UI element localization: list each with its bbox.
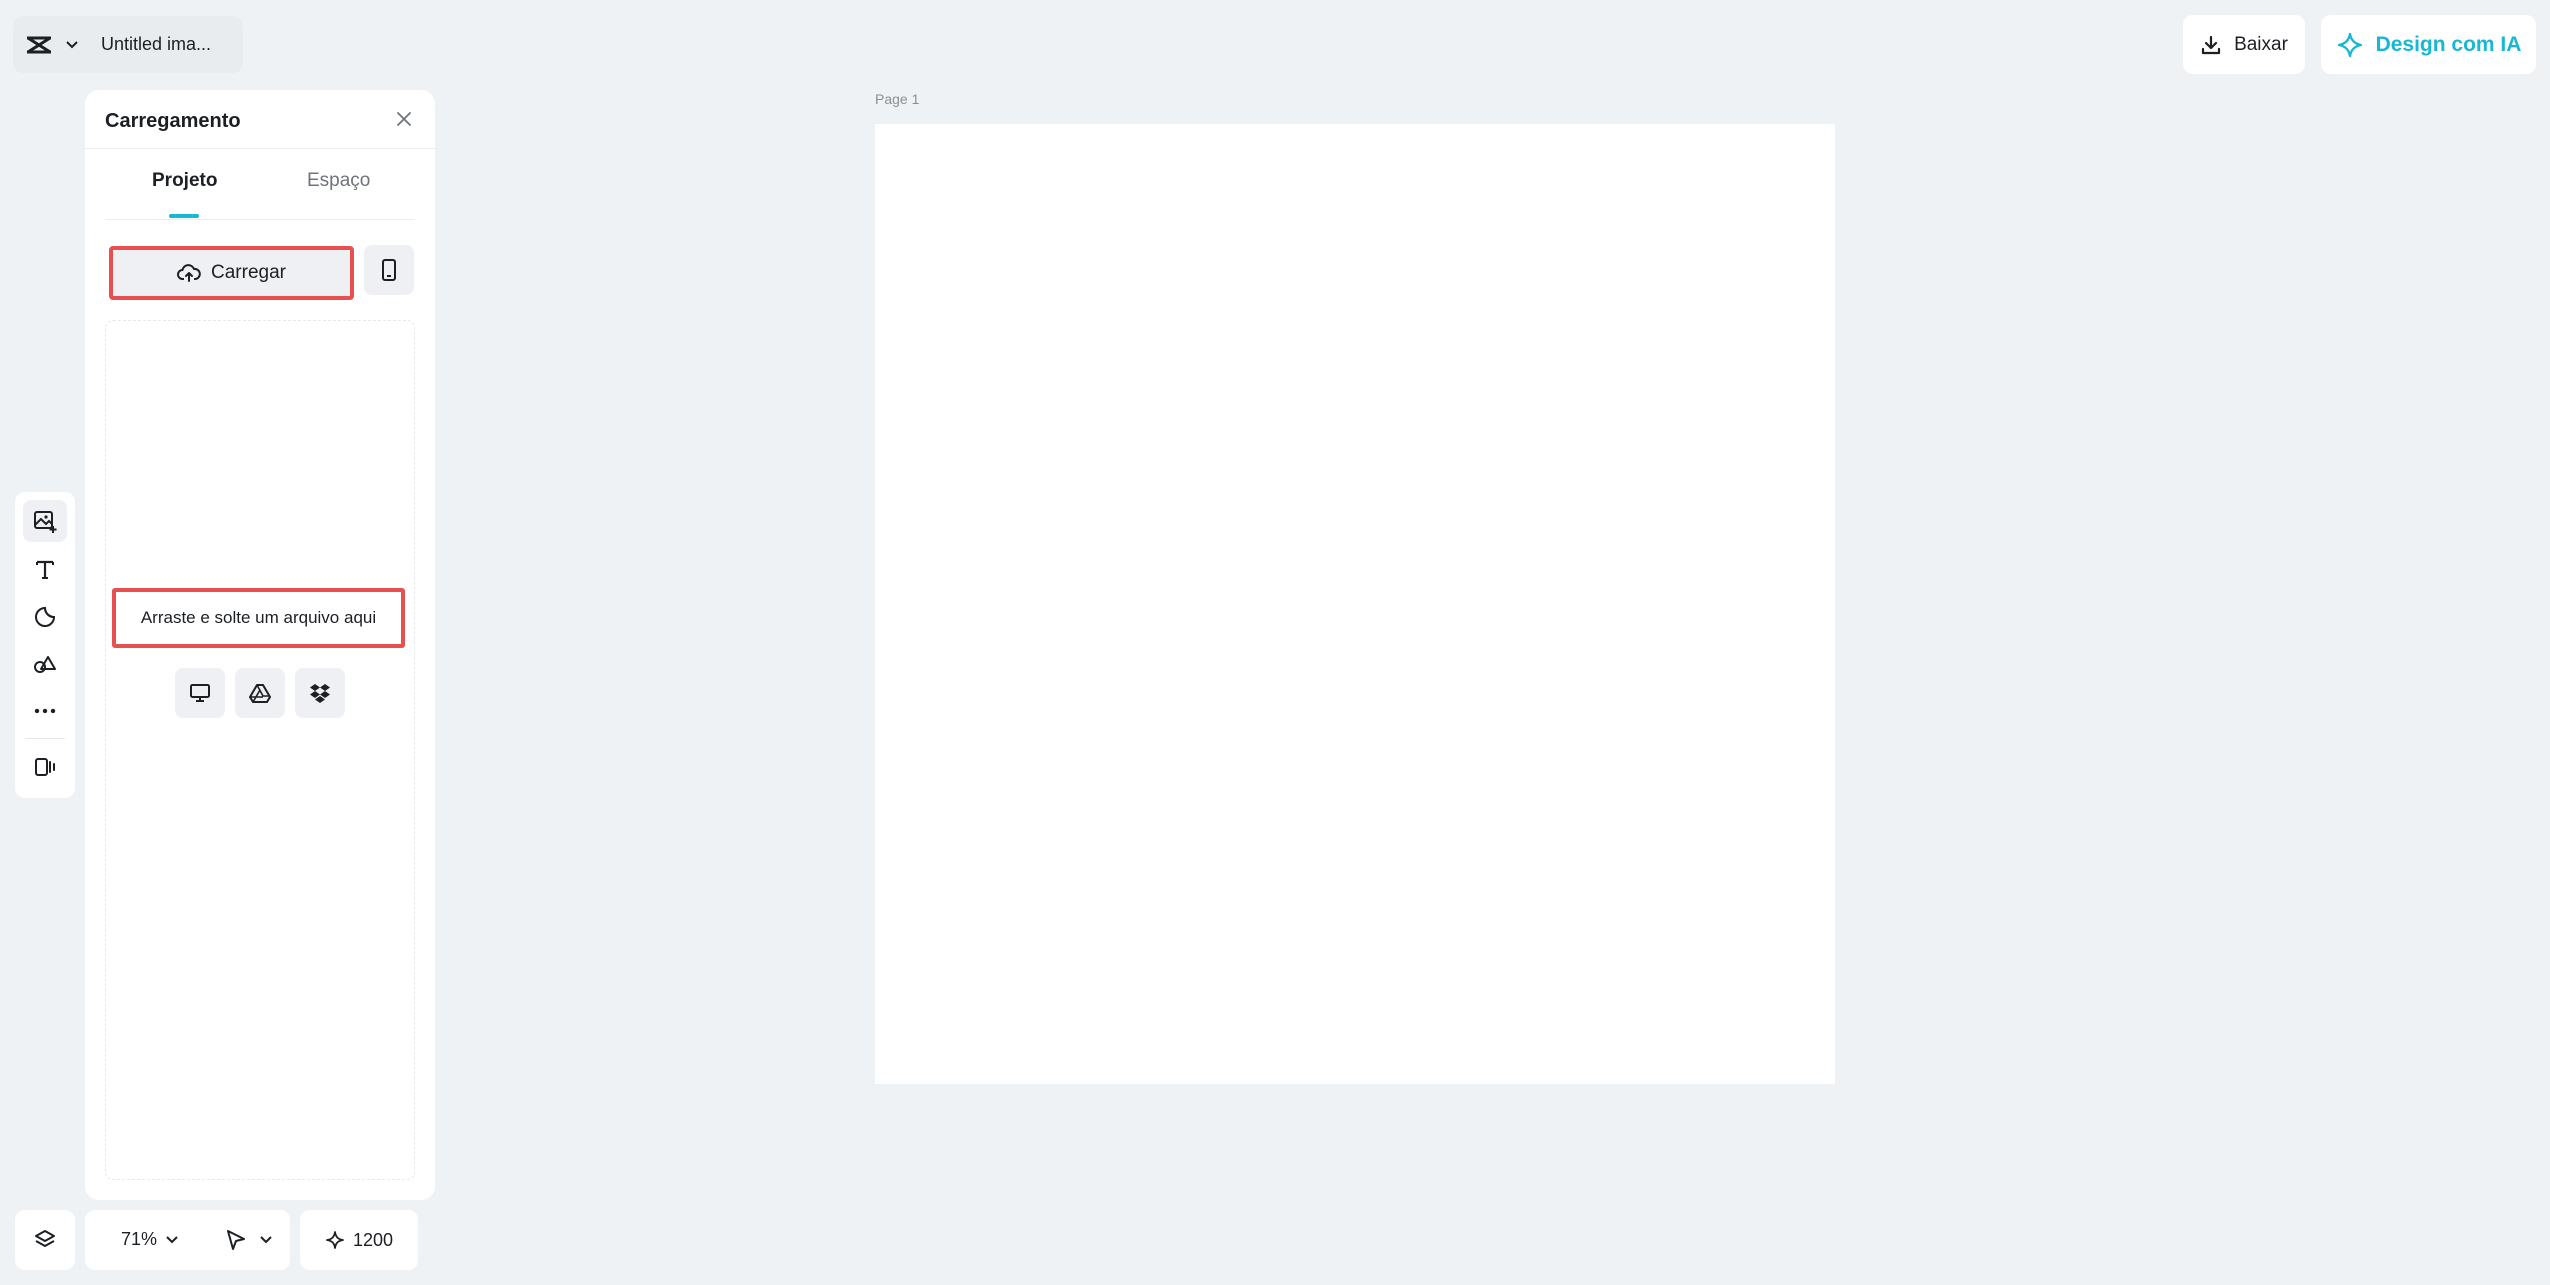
layout-panel-icon [33, 756, 57, 778]
more-dots-icon [34, 708, 56, 714]
active-tab-indicator [169, 214, 199, 218]
upload-image-tool[interactable] [23, 500, 67, 542]
upload-panel: Carregamento Projeto Espaço Carregar Arr… [85, 90, 435, 1200]
upload-from-dropbox-button[interactable] [295, 668, 345, 718]
panel-title: Carregamento [105, 110, 241, 132]
pointer-tool[interactable] [225, 1228, 273, 1252]
page-label: Page 1 [875, 91, 920, 107]
text-tool[interactable] [23, 548, 67, 590]
chevron-down-icon [259, 1235, 273, 1245]
capcut-logo-icon [25, 34, 53, 56]
layers-button[interactable] [15, 1210, 75, 1270]
upload-from-phone-button[interactable] [364, 245, 414, 295]
ai-label: Design com IA [2375, 32, 2522, 56]
rail-divider [25, 738, 65, 739]
tool-rail [15, 492, 75, 798]
text-icon [33, 557, 57, 581]
phone-icon [381, 258, 397, 282]
upload-from-computer-button[interactable] [175, 668, 225, 718]
google-drive-icon [249, 683, 271, 703]
upload-button[interactable]: Carregar [109, 246, 354, 300]
zoom-value: 71% [121, 1229, 158, 1249]
dropbox-icon [308, 682, 332, 704]
close-icon[interactable] [395, 110, 413, 128]
header-divider [85, 148, 435, 149]
credits-button[interactable]: 1200 [300, 1210, 418, 1270]
sticker-icon [33, 605, 57, 629]
drop-zone[interactable] [105, 320, 415, 1180]
upload-label: Carregar [211, 262, 286, 283]
tab-espaco[interactable]: Espaço [307, 170, 370, 192]
layout-tool[interactable] [23, 746, 67, 788]
design-with-ai-button[interactable]: Design com IA [2321, 15, 2536, 74]
chevron-down-icon[interactable] [65, 40, 79, 50]
sparkle-icon [325, 1230, 345, 1250]
download-label: Baixar [2234, 33, 2288, 55]
view-controls: 71% [85, 1210, 290, 1270]
chevron-down-icon [165, 1235, 179, 1245]
credits-value: 1200 [352, 1229, 394, 1250]
canvas-page[interactable] [875, 124, 1835, 1084]
download-button[interactable]: Baixar [2183, 15, 2305, 74]
project-menu[interactable]: Untitled ima... [13, 16, 243, 73]
document-title[interactable]: Untitled ima... [101, 34, 211, 55]
tabs-divider [105, 219, 415, 220]
cursor-icon [225, 1228, 247, 1252]
layers-icon [33, 1228, 57, 1252]
zoom-control[interactable]: 71% [121, 1229, 179, 1250]
shapes-tool[interactable] [23, 644, 67, 686]
tab-projeto[interactable]: Projeto [152, 170, 217, 192]
cloud-upload-icon [177, 263, 201, 283]
elements-tool[interactable] [23, 596, 67, 638]
drop-instruction: Arraste e solte um arquivo aqui [112, 588, 405, 648]
more-tools-button[interactable] [23, 690, 67, 732]
ai-sparkle-icon [2336, 31, 2364, 59]
upload-from-google-drive-button[interactable] [235, 668, 285, 718]
shapes-icon [32, 653, 58, 677]
download-icon [2200, 34, 2222, 56]
image-upload-icon [32, 508, 58, 534]
computer-icon [189, 683, 211, 703]
